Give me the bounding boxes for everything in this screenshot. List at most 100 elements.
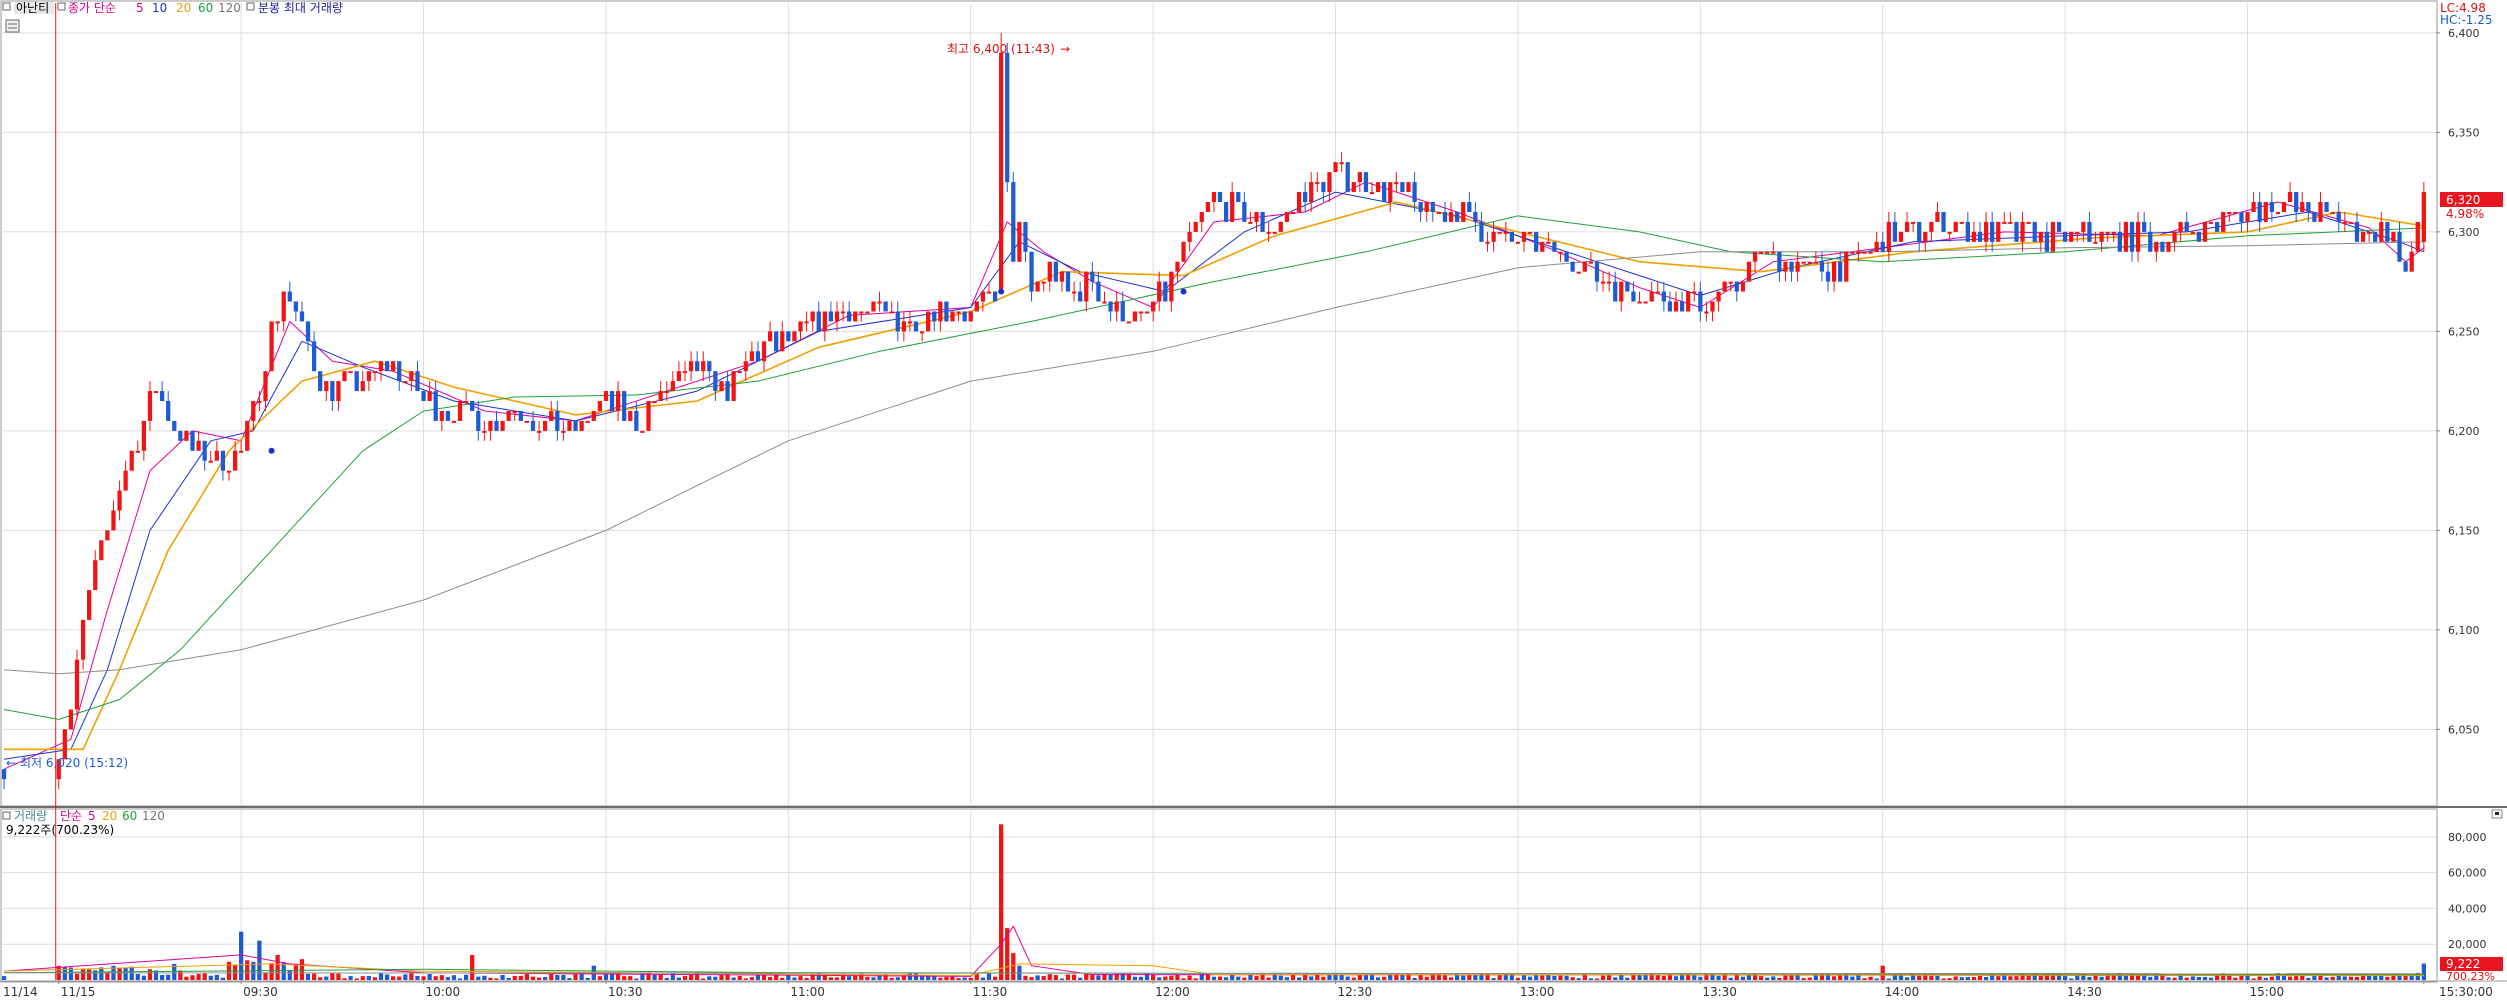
candle-body xyxy=(2123,221,2129,252)
candle-body xyxy=(926,311,931,332)
candle-body xyxy=(999,52,1004,292)
volume-bar xyxy=(1357,974,1362,980)
candle-body xyxy=(311,341,317,372)
candle-body xyxy=(1546,241,1551,244)
candle-body xyxy=(652,401,657,404)
candle-body xyxy=(950,311,955,322)
candle-body xyxy=(573,420,578,431)
volume-bar xyxy=(737,976,742,980)
candle-body xyxy=(1394,182,1399,185)
candle-body xyxy=(2281,202,2287,212)
candle-body xyxy=(1813,261,1818,264)
candle-body xyxy=(1679,301,1685,312)
candle-body xyxy=(1594,261,1600,282)
chart-background xyxy=(0,0,2507,1004)
volume-bar xyxy=(1193,978,1198,980)
candle-body xyxy=(1759,251,1764,254)
candle-body xyxy=(1272,231,1277,234)
indicator-toggle-icon[interactable] xyxy=(57,2,66,11)
volume-bar xyxy=(999,824,1004,980)
candle-body xyxy=(1789,261,1794,272)
volume-bar xyxy=(506,978,511,980)
candle-body xyxy=(780,331,785,352)
volume-bar xyxy=(792,977,797,980)
calculator-icon[interactable] xyxy=(5,19,20,33)
candle-body xyxy=(1509,231,1514,242)
candle-body xyxy=(1588,261,1594,264)
candle-body xyxy=(877,301,882,304)
volume-bar xyxy=(2166,977,2171,980)
candle-body xyxy=(774,331,779,352)
candle-body xyxy=(1108,301,1113,312)
candle-body xyxy=(968,311,973,322)
candle-body xyxy=(2403,261,2408,272)
candle-body xyxy=(251,401,256,421)
volume-bar xyxy=(202,973,207,980)
volume-bar xyxy=(384,974,390,980)
volume-bar xyxy=(342,978,347,980)
volume-bar xyxy=(1771,976,1776,980)
candle-body xyxy=(269,321,274,372)
volume-bar xyxy=(1801,978,1806,980)
volume-title[interactable]: 거래량 xyxy=(14,809,47,823)
volume-bar xyxy=(1923,975,1928,980)
candle-body xyxy=(2008,221,2013,224)
candle-body xyxy=(682,371,688,374)
volume-bar xyxy=(1515,977,1521,980)
candle-body xyxy=(1369,192,1375,195)
candle-body xyxy=(859,311,864,314)
candle-body xyxy=(944,301,949,322)
price-tick-label: 6,200 xyxy=(2448,425,2480,438)
candle-body xyxy=(1959,221,1964,224)
volume-bar xyxy=(1807,977,1812,980)
stock-name[interactable]: 아난티 xyxy=(16,1,49,15)
candle-body xyxy=(2093,241,2098,244)
volume-bar xyxy=(1303,972,1308,980)
volume-bar xyxy=(1296,977,1302,980)
stock-chart[interactable]: 6,050 6,100 6,150 6,200 6,250 6,300 6,350 6,400… xyxy=(0,0,2507,1004)
candle-body xyxy=(1911,221,1916,224)
max-volume-label[interactable]: 분봉 최대 거래량 xyxy=(258,1,343,15)
volume-bar xyxy=(439,975,444,980)
candle-body xyxy=(737,371,742,374)
volume-bar xyxy=(1892,974,1898,980)
volume-bar xyxy=(1971,976,1977,980)
candle-body xyxy=(415,371,420,392)
candle-body xyxy=(2111,231,2116,234)
volume-max-toggle-icon[interactable] xyxy=(246,2,255,11)
candle-body xyxy=(822,311,827,332)
candle-body xyxy=(1673,301,1679,312)
volume-bar xyxy=(275,954,280,980)
volume-bar xyxy=(664,977,669,980)
collapse-icon[interactable] xyxy=(2,2,11,11)
volume-collapse-icon[interactable] xyxy=(2,811,11,820)
candle-body xyxy=(330,381,335,402)
volume-bar xyxy=(2366,975,2372,980)
candle-body xyxy=(1071,291,1077,294)
volume-bar xyxy=(2087,976,2092,980)
candle-body xyxy=(257,401,262,404)
volume-bar xyxy=(147,969,153,980)
candle-body xyxy=(68,709,74,730)
volume-bar xyxy=(2069,978,2074,980)
volume-bar xyxy=(2148,976,2153,980)
ma-type-label[interactable]: 종가 단순 xyxy=(68,1,116,15)
candle-body xyxy=(293,301,299,312)
volume-bar xyxy=(1345,976,1350,980)
volume-bar xyxy=(1850,976,1855,980)
time-tick-label: 13:00 xyxy=(1520,985,1555,999)
candle-body xyxy=(2227,211,2232,214)
candle-body xyxy=(1868,251,1873,254)
candle-body xyxy=(1424,202,1429,212)
candle-body xyxy=(956,311,961,314)
volume-bar xyxy=(1059,978,1065,980)
candle-body xyxy=(111,510,116,531)
candle-body xyxy=(378,361,384,372)
candle-body xyxy=(962,311,967,322)
candle-body xyxy=(1485,241,1490,244)
volume-bar xyxy=(354,978,359,980)
time-tick-label: 11/15 xyxy=(61,985,96,999)
candle-body xyxy=(2324,202,2329,212)
candle-body xyxy=(2166,241,2171,252)
candle-body xyxy=(2366,231,2372,234)
